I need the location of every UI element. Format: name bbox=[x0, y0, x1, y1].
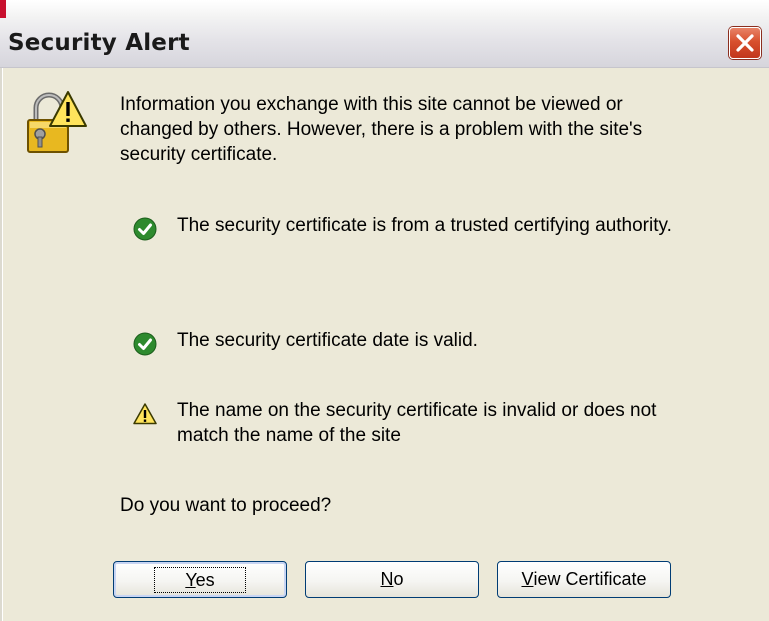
close-icon bbox=[736, 34, 754, 52]
window-edge-accent bbox=[0, 0, 6, 18]
warning-icon bbox=[133, 403, 157, 425]
padlock-warning-icon bbox=[27, 91, 87, 153]
check-icon bbox=[133, 332, 157, 356]
no-button[interactable]: No bbox=[305, 561, 479, 598]
close-button[interactable] bbox=[729, 27, 761, 59]
check-item-text: The name on the security certificate is … bbox=[177, 400, 657, 446]
check-item-text: The security certificate is from a trust… bbox=[177, 215, 672, 236]
no-label-rest: o bbox=[393, 569, 404, 589]
no-accelerator: N bbox=[380, 569, 394, 589]
yes-label-rest: es bbox=[195, 569, 215, 590]
dialog-left-border bbox=[0, 68, 3, 621]
focus-rectangle: Yes bbox=[154, 566, 246, 593]
view-certificate-label-rest: iew Certificate bbox=[533, 569, 647, 589]
view-certificate-button[interactable]: View Certificate bbox=[497, 561, 671, 598]
title-bar[interactable]: Security Alert bbox=[0, 0, 769, 68]
yes-button[interactable]: Yes bbox=[113, 561, 287, 598]
proceed-question: Do you want to proceed? bbox=[120, 495, 332, 516]
view-certificate-accelerator: V bbox=[521, 569, 534, 589]
yes-accelerator: Y bbox=[185, 569, 196, 590]
check-icon bbox=[133, 217, 157, 241]
dialog-title: Security Alert bbox=[8, 30, 190, 56]
security-alert-dialog: Security Alert Information you exchange … bbox=[0, 0, 769, 621]
intro-message: Information you exchange with this site … bbox=[120, 94, 643, 165]
check-item-text: The security certificate date is valid. bbox=[177, 330, 478, 351]
